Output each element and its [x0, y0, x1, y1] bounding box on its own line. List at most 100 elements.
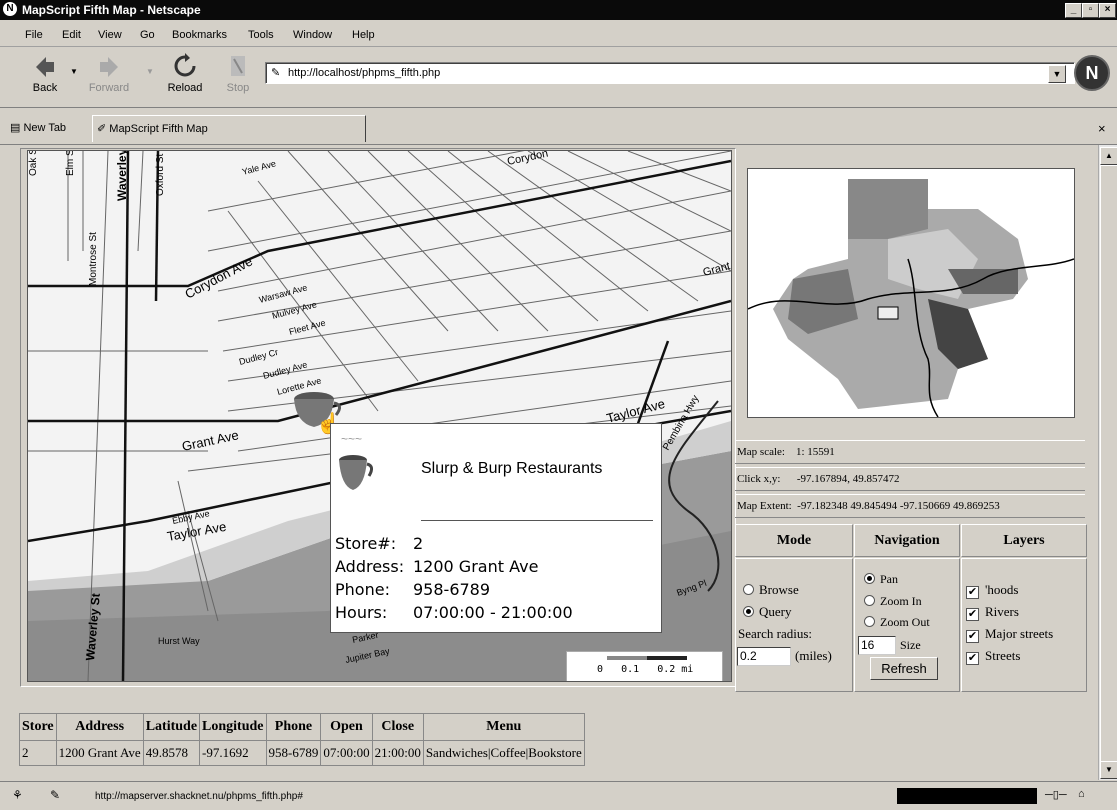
layer-streets[interactable]: ✔ Streets	[966, 648, 1021, 665]
url-history-dropdown[interactable]: ▼	[1048, 65, 1066, 83]
layers-header: Layers	[961, 524, 1087, 557]
browse-radio[interactable]	[743, 584, 754, 595]
vertical-scrollbar[interactable]: ▲ ▼	[1098, 145, 1117, 780]
mode-query-option[interactable]: Query	[743, 604, 792, 620]
map-extent-line: Map Extent: -97.182348 49.845494 -97.150…	[735, 494, 1085, 518]
netscape-icon: N	[3, 2, 17, 16]
store-info-popup: ~~~ Slurp & Burp Restaurants Store#: 2 Ad…	[330, 423, 662, 633]
netscape-logo-icon[interactable]: N	[1074, 55, 1110, 91]
table-row: 2 1200 Grant Ave 49.8578 -97.1692 958-67…	[19, 740, 585, 766]
scroll-down-button[interactable]: ▼	[1100, 761, 1117, 779]
radius-unit-label: (miles)	[795, 648, 832, 663]
mode-header: Mode	[735, 524, 853, 557]
overview-map-graphic	[747, 179, 1075, 418]
layer-major-streets[interactable]: ✔ Major streets	[966, 626, 1054, 643]
map-scale-line: Map scale: 1: 15591	[735, 440, 1085, 464]
new-tab-button[interactable]: ▤ New Tab	[10, 115, 88, 141]
url-text: http://localhost/phpms_fifth.php	[288, 67, 441, 79]
menu-bookmarks[interactable]: Bookmarks	[172, 29, 227, 41]
menu-help[interactable]: Help	[352, 29, 375, 41]
popup-address-value: 1200 Grant Ave	[413, 557, 539, 576]
hoods-checkbox[interactable]: ✔	[966, 586, 979, 599]
popup-hours-key: Hours:	[335, 603, 388, 622]
menu-file[interactable]: File	[25, 29, 43, 41]
zoom-out-radio[interactable]	[864, 616, 875, 627]
navigation-toolbar: Back ▼ Forward ▼ Reload Stop ✎ http://lo…	[0, 47, 1117, 108]
overview-map[interactable]	[747, 168, 1075, 418]
zoom-in-radio[interactable]	[864, 595, 875, 606]
streets-label: Streets	[985, 648, 1021, 663]
popup-hours-row: Hours: 07:00:00 - 21:00:00	[335, 603, 573, 622]
reload-button[interactable]: Reload	[160, 53, 210, 94]
col-close: Close	[371, 713, 424, 741]
label-montrose-st: Montrose St	[88, 232, 99, 286]
cell-phone: 958-6789	[265, 740, 322, 766]
nav-pan-option[interactable]: Pan	[864, 572, 898, 587]
streets-checkbox[interactable]: ✔	[966, 652, 979, 665]
scroll-thumb[interactable]	[1100, 165, 1117, 767]
stop-button[interactable]: Stop	[213, 53, 263, 94]
back-button[interactable]: Back	[20, 53, 70, 94]
maximize-button[interactable]: ▫	[1082, 3, 1099, 18]
cell-longitude: -97.1692	[199, 740, 267, 766]
url-input[interactable]: ✎ http://localhost/phpms_fifth.php	[265, 62, 1075, 84]
network-icon: ⚘	[12, 788, 23, 802]
major-streets-label: Major streets	[985, 626, 1054, 641]
forward-label: Forward	[88, 82, 130, 94]
reload-icon	[174, 53, 196, 77]
label-hurst-way: Hurst Way	[158, 636, 200, 646]
click-xy-text: Click x,y: -97.167894, 49.857472	[737, 473, 900, 485]
popup-store-value: 2	[413, 534, 424, 553]
menu-window[interactable]: Window	[293, 29, 332, 41]
new-tab-label: New Tab	[23, 122, 67, 134]
label-waverley-st-top: Waverley St	[115, 151, 129, 201]
layer-hoods[interactable]: ✔ 'hoods	[966, 582, 1019, 599]
table-header-row: Store Address Latitude Longitude Phone O…	[19, 713, 585, 741]
col-open: Open	[320, 713, 373, 741]
size-input[interactable]: 16	[858, 636, 896, 655]
major-streets-checkbox[interactable]: ✔	[966, 630, 979, 643]
menu-edit[interactable]: Edit	[62, 29, 81, 41]
forward-dropdown-icon[interactable]: ▼	[146, 67, 154, 76]
map-extent-text: Map Extent: -97.182348 49.845494 -97.150…	[737, 500, 1000, 512]
stop-label: Stop	[226, 82, 250, 94]
menu-view[interactable]: View	[98, 29, 122, 41]
layer-rivers[interactable]: ✔ Rivers	[966, 604, 1019, 621]
status-text: http://mapserver.shacknet.nu/phpms_fifth…	[95, 791, 303, 802]
close-window-button[interactable]: ×	[1099, 3, 1116, 18]
forward-arrow-icon	[100, 57, 118, 77]
search-radius-label: Search radius:	[738, 626, 813, 641]
rivers-checkbox[interactable]: ✔	[966, 608, 979, 621]
scale-bar-label: 0 0.1 0.2 mi	[597, 664, 694, 675]
refresh-button[interactable]: Refresh	[870, 657, 938, 680]
scroll-up-button[interactable]: ▲	[1100, 147, 1117, 165]
reload-label: Reload	[167, 82, 203, 94]
map-scale-text: Map scale: 1: 15591	[737, 446, 835, 458]
hoods-label: 'hoods	[985, 582, 1019, 597]
window-title: MapScript Fifth Map - Netscape	[22, 3, 201, 17]
zoom-in-label: Zoom In	[880, 594, 922, 608]
col-longitude: Longitude	[199, 713, 267, 741]
steam-icon: ~~~	[341, 432, 363, 446]
nav-zoom-in-option[interactable]: Zoom In	[864, 594, 922, 609]
search-radius-input[interactable]: 0.2	[737, 647, 791, 666]
forward-button[interactable]: Forward	[84, 53, 134, 94]
menu-tools[interactable]: Tools	[248, 29, 274, 41]
online-icon: ─▯─	[1045, 789, 1067, 801]
query-radio[interactable]	[743, 606, 754, 617]
minimize-button[interactable]: _	[1065, 3, 1082, 18]
pan-label: Pan	[880, 572, 898, 586]
back-dropdown-icon[interactable]: ▼	[70, 67, 78, 76]
popup-hours-value: 07:00:00 - 21:00:00	[413, 603, 573, 622]
close-tab-icon[interactable]: ×	[1098, 121, 1106, 136]
mode-panel	[735, 558, 853, 692]
browse-label: Browse	[759, 582, 799, 597]
tab-mapscript-fifth-map[interactable]: ✐ MapScript Fifth Map	[92, 115, 366, 142]
security-icon: ✎	[50, 788, 61, 802]
cell-latitude: 49.8578	[142, 740, 201, 766]
mode-browse-option[interactable]: Browse	[743, 582, 799, 598]
nav-zoom-out-option[interactable]: Zoom Out	[864, 615, 930, 630]
popup-store-key: Store#:	[335, 534, 397, 553]
pan-radio[interactable]	[864, 573, 875, 584]
menu-go[interactable]: Go	[140, 29, 155, 41]
